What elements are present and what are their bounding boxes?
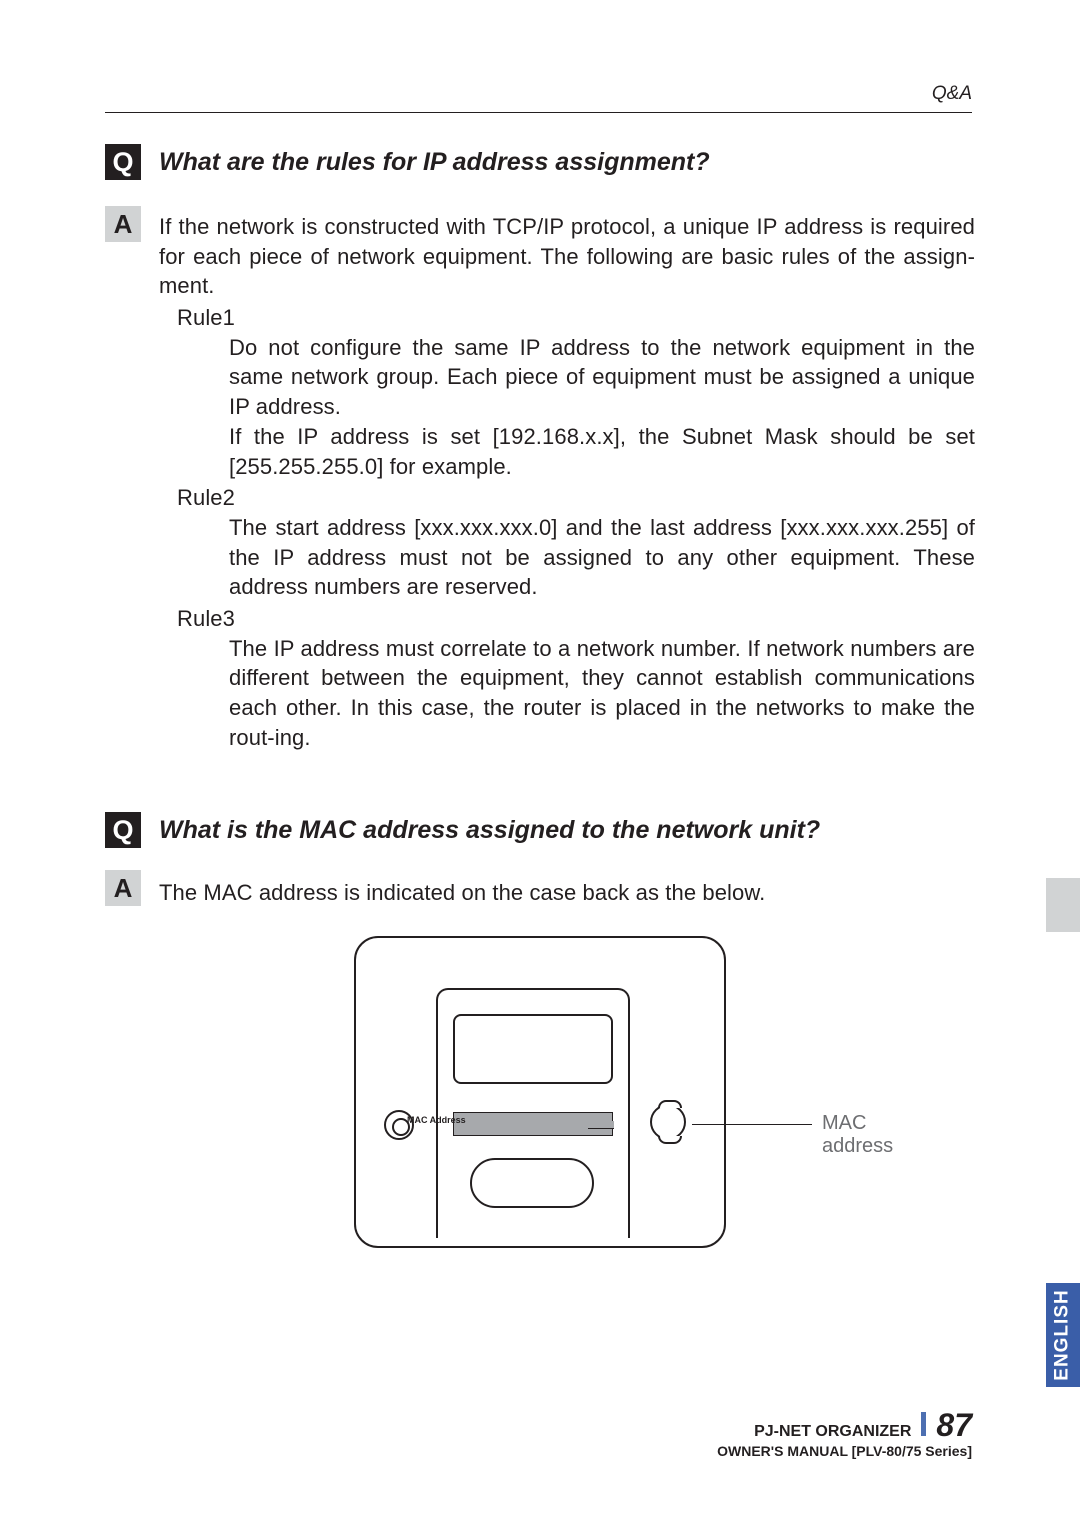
answer-text: The MAC address is indicated on the case… [159, 870, 975, 908]
answer-intro-text: If the network is constructed with TCP/I… [159, 214, 975, 298]
answer-block-2: A The MAC address is indicated on the ca… [105, 870, 975, 908]
a-marker: A [105, 206, 141, 242]
rule-3-body: The IP address must correlate to a netwo… [159, 634, 975, 753]
answer-intro: If the network is constructed with TCP/I… [159, 206, 975, 752]
rule-2-body: The start address [xxx.xxx.xxx.0] and th… [159, 513, 975, 602]
qa-block-2: Q What is the MAC address assigned to th… [105, 810, 975, 848]
language-tab-label: ENGLISH [1052, 1289, 1074, 1380]
mac-strip [453, 1112, 613, 1136]
qa-block-1: Q What are the rules for IP address assi… [105, 142, 975, 180]
question-text: What is the MAC address assigned to the … [159, 810, 820, 845]
q-marker: Q [105, 144, 141, 180]
rule-2-label: Rule2 [159, 483, 975, 513]
mac-address-diagram: MAC Address MAC address [354, 936, 726, 1248]
a-marker: A [105, 870, 141, 906]
page-section-header: Q&A [932, 83, 972, 105]
footer-bar-icon [921, 1412, 926, 1436]
page-footer: PJ-NET ORGANIZER 87 OWNER'S MANUAL [PLV-… [717, 1407, 972, 1459]
mac-label-inside: MAC Address [407, 1115, 466, 1125]
mac-callout-label: MAC address [822, 1112, 893, 1158]
footer-manual: OWNER'S MANUAL [PLV-80/75 Series] [717, 1443, 972, 1459]
question-text: What are the rules for IP address assign… [159, 142, 710, 177]
mac-strip-notch [588, 1121, 614, 1129]
rule-3-label: Rule3 [159, 604, 975, 634]
language-tab: ENGLISH [1046, 1283, 1080, 1387]
answer-block-1: A If the network is constructed with TCP… [105, 206, 975, 752]
stadium-shape [470, 1158, 594, 1208]
q-marker: Q [105, 812, 141, 848]
page-number: 87 [936, 1407, 972, 1444]
rule-1-label: Rule1 [159, 303, 975, 333]
figure-wrap: MAC Address MAC address [105, 936, 975, 1248]
rule-1-body: Do not configure the same IP address to … [159, 333, 975, 481]
header-rule [105, 112, 972, 113]
small-rect [453, 1014, 613, 1084]
left-screw-icon [384, 1110, 414, 1140]
side-gray-tab [1046, 878, 1080, 932]
right-screw-icon [650, 1104, 686, 1140]
callout-line [692, 1124, 812, 1125]
footer-product: PJ-NET ORGANIZER [754, 1423, 911, 1441]
